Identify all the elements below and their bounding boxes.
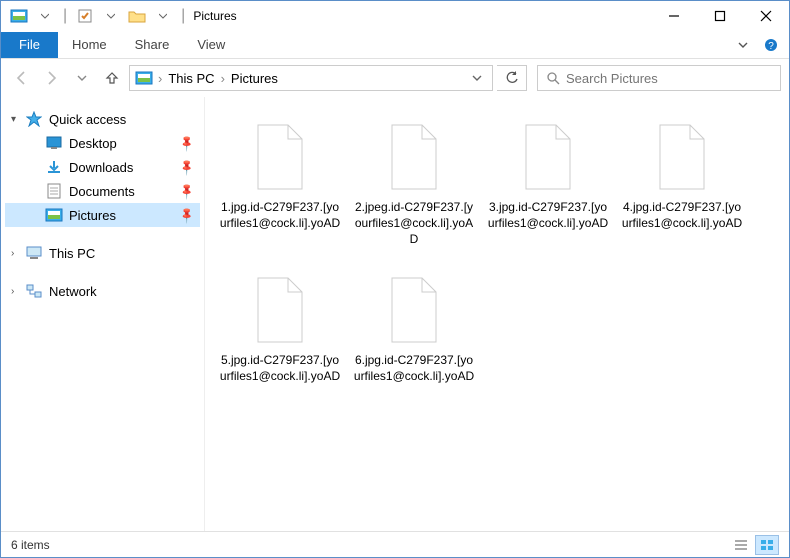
pin-icon: 📌 bbox=[178, 134, 197, 153]
file-item[interactable]: 5.jpg.id-C279F237.[yourfiles1@cock.li].y… bbox=[215, 266, 345, 388]
search-input[interactable] bbox=[566, 71, 774, 86]
downloads-icon bbox=[45, 158, 63, 176]
breadcrumb-pictures[interactable]: Pictures bbox=[227, 71, 282, 86]
quick-access-toolbar: | | bbox=[7, 4, 189, 28]
sidebar-item-downloads[interactable]: Downloads 📌 bbox=[5, 155, 200, 179]
blank-file-icon bbox=[248, 270, 312, 350]
ribbon: File Home Share View ? bbox=[1, 31, 789, 59]
sidebar-item-label: Quick access bbox=[49, 112, 126, 127]
sidebar-network[interactable]: › Network bbox=[5, 279, 200, 303]
file-list: 1.jpg.id-C279F237.[yourfiles1@cock.li].y… bbox=[205, 97, 789, 531]
minimize-button[interactable] bbox=[651, 1, 697, 31]
sidebar-item-label: Network bbox=[49, 284, 97, 299]
back-button[interactable] bbox=[9, 65, 35, 91]
close-button[interactable] bbox=[743, 1, 789, 31]
breadcrumb-this-pc[interactable]: This PC bbox=[164, 71, 218, 86]
properties-icon[interactable] bbox=[73, 4, 97, 28]
window-title: Pictures bbox=[193, 9, 236, 23]
recent-locations-button[interactable] bbox=[69, 65, 95, 91]
chevron-down-icon[interactable] bbox=[33, 4, 57, 28]
file-label: 6.jpg.id-C279F237.[yourfiles1@cock.li].y… bbox=[353, 352, 475, 384]
file-label: 1.jpg.id-C279F237.[yourfiles1@cock.li].y… bbox=[219, 199, 341, 231]
computer-icon bbox=[25, 244, 43, 262]
file-label: 4.jpg.id-C279F237.[yourfiles1@cock.li].y… bbox=[621, 199, 743, 231]
star-icon bbox=[25, 110, 43, 128]
sidebar-item-label: Documents bbox=[69, 184, 135, 199]
up-button[interactable] bbox=[99, 65, 125, 91]
tab-home[interactable]: Home bbox=[58, 32, 121, 58]
sidebar-item-label: Desktop bbox=[69, 136, 117, 151]
sidebar-item-documents[interactable]: Documents 📌 bbox=[5, 179, 200, 203]
pin-icon: 📌 bbox=[178, 206, 197, 225]
sidebar-this-pc[interactable]: › This PC bbox=[5, 241, 200, 265]
forward-button[interactable] bbox=[39, 65, 65, 91]
refresh-button[interactable] bbox=[497, 65, 527, 91]
sidebar-quick-access[interactable]: ▾ Quick access bbox=[5, 107, 200, 131]
chevron-down-icon: ▾ bbox=[11, 114, 16, 125]
navigation-pane: ▾ Quick access Desktop 📌 bbox=[1, 97, 205, 531]
blank-file-icon bbox=[650, 117, 714, 197]
blank-file-icon bbox=[248, 117, 312, 197]
search-box[interactable] bbox=[537, 65, 781, 91]
help-button[interactable]: ? bbox=[759, 33, 783, 57]
item-count: 6 items bbox=[11, 538, 50, 552]
blank-file-icon bbox=[382, 117, 446, 197]
documents-icon bbox=[45, 182, 63, 200]
separator: | bbox=[181, 7, 185, 25]
sidebar-item-label: This PC bbox=[49, 246, 95, 261]
tab-view[interactable]: View bbox=[183, 32, 239, 58]
status-bar: 6 items bbox=[1, 531, 789, 557]
address-dropdown-button[interactable] bbox=[466, 73, 488, 83]
chevron-right-icon[interactable]: › bbox=[156, 71, 164, 86]
chevron-right-icon: › bbox=[11, 286, 14, 297]
thumbnails-view-button[interactable] bbox=[755, 535, 779, 555]
chevron-down-icon[interactable] bbox=[151, 4, 175, 28]
sidebar-item-desktop[interactable]: Desktop 📌 bbox=[5, 131, 200, 155]
pictures-icon bbox=[45, 206, 63, 224]
chevron-down-icon[interactable] bbox=[99, 4, 123, 28]
file-item[interactable]: 1.jpg.id-C279F237.[yourfiles1@cock.li].y… bbox=[215, 113, 345, 252]
sidebar-item-pictures[interactable]: Pictures 📌 bbox=[5, 203, 200, 227]
window-icon[interactable] bbox=[7, 4, 31, 28]
search-icon bbox=[544, 71, 562, 85]
file-item[interactable]: 4.jpg.id-C279F237.[yourfiles1@cock.li].y… bbox=[617, 113, 747, 252]
svg-text:?: ? bbox=[768, 41, 774, 52]
sidebar-item-label: Pictures bbox=[69, 208, 116, 223]
desktop-icon bbox=[45, 134, 63, 152]
file-item[interactable]: 6.jpg.id-C279F237.[yourfiles1@cock.li].y… bbox=[349, 266, 479, 388]
chevron-right-icon[interactable]: › bbox=[219, 71, 227, 86]
folder-icon[interactable] bbox=[125, 4, 149, 28]
file-item[interactable]: 3.jpg.id-C279F237.[yourfiles1@cock.li].y… bbox=[483, 113, 613, 252]
maximize-button[interactable] bbox=[697, 1, 743, 31]
file-label: 2.jpeg.id-C279F237.[yourfiles1@cock.li].… bbox=[353, 199, 475, 248]
file-item[interactable]: 2.jpeg.id-C279F237.[yourfiles1@cock.li].… bbox=[349, 113, 479, 252]
title-bar: | | Pictures bbox=[1, 1, 789, 31]
breadcrumb[interactable]: › This PC › Pictures bbox=[129, 65, 493, 91]
expand-ribbon-button[interactable] bbox=[731, 33, 755, 57]
pin-icon: 📌 bbox=[178, 158, 197, 177]
pictures-icon bbox=[134, 68, 154, 88]
separator: | bbox=[63, 7, 67, 25]
sidebar-item-label: Downloads bbox=[69, 160, 133, 175]
blank-file-icon bbox=[516, 117, 580, 197]
file-label: 3.jpg.id-C279F237.[yourfiles1@cock.li].y… bbox=[487, 199, 609, 231]
pin-icon: 📌 bbox=[178, 182, 197, 201]
details-view-button[interactable] bbox=[729, 535, 753, 555]
tab-share[interactable]: Share bbox=[121, 32, 184, 58]
file-label: 5.jpg.id-C279F237.[yourfiles1@cock.li].y… bbox=[219, 352, 341, 384]
network-icon bbox=[25, 282, 43, 300]
file-tab[interactable]: File bbox=[1, 32, 58, 58]
navigation-bar: › This PC › Pictures bbox=[1, 59, 789, 97]
blank-file-icon bbox=[382, 270, 446, 350]
chevron-right-icon: › bbox=[11, 248, 14, 259]
